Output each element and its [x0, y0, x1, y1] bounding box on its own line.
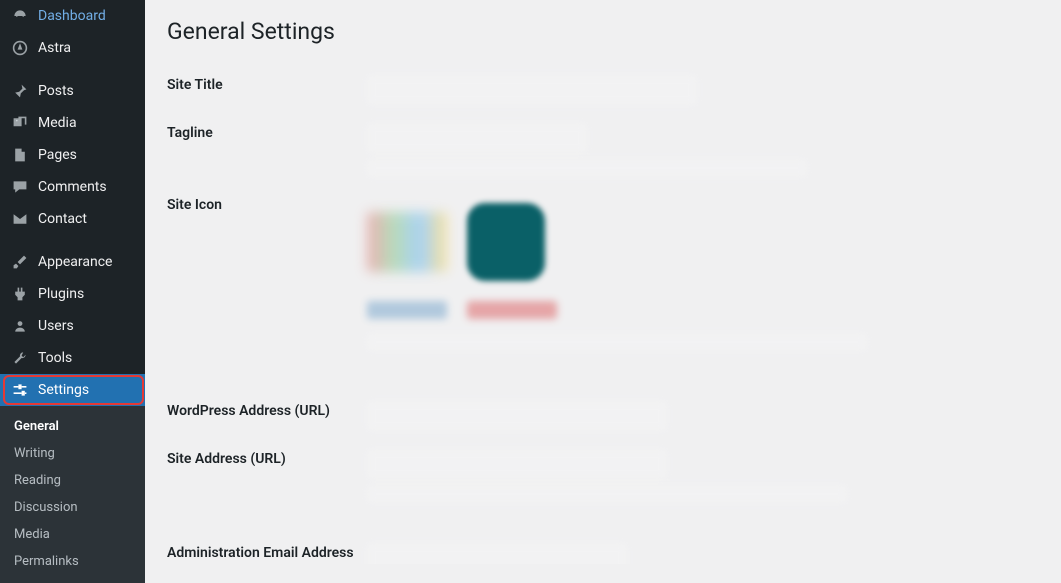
- tagline-input[interactable]: [367, 123, 587, 153]
- submenu-item-media[interactable]: Media: [0, 521, 145, 548]
- tools-icon: [10, 350, 30, 366]
- sidebar-label: Comments: [38, 179, 107, 195]
- sidebar-label: Tools: [38, 350, 72, 366]
- sidebar-label: Contact: [38, 211, 87, 227]
- label-site-address: Site Address (URL): [167, 449, 367, 467]
- remove-image-link[interactable]: [467, 301, 557, 319]
- sidebar-label: Plugins: [38, 286, 84, 302]
- active-arrow-icon: [145, 382, 153, 398]
- astra-icon: [10, 40, 30, 56]
- admin-sidebar: Dashboard Astra Posts Media Pages Commen…: [0, 0, 145, 564]
- row-site-icon: Site Icon: [167, 195, 1041, 351]
- wp-address-input[interactable]: [367, 401, 667, 431]
- page-icon: [10, 147, 30, 163]
- label-wp-address: WordPress Address (URL): [167, 401, 367, 419]
- sidebar-label: Dashboard: [38, 8, 106, 24]
- submenu-item-discussion[interactable]: Discussion: [0, 494, 145, 521]
- dashboard-icon: [10, 8, 30, 24]
- sidebar-label: Astra: [38, 40, 71, 56]
- submenu-item-general[interactable]: General: [0, 413, 145, 440]
- tagline-description: [367, 159, 807, 177]
- sidebar-label: Posts: [38, 83, 74, 99]
- sidebar-item-astra[interactable]: Astra: [0, 32, 145, 64]
- row-admin-email: Administration Email Address: [167, 543, 1041, 564]
- sidebar-label: Pages: [38, 147, 77, 163]
- sidebar-label: Media: [38, 115, 77, 131]
- sidebar-item-users[interactable]: Users: [0, 310, 145, 342]
- site-icon-description: [367, 333, 867, 351]
- site-title-input[interactable]: [367, 75, 697, 105]
- sidebar-item-media[interactable]: Media: [0, 107, 145, 139]
- sidebar-item-pages[interactable]: Pages: [0, 139, 145, 171]
- sidebar-label: Appearance: [38, 254, 112, 270]
- row-site-title: Site Title: [167, 75, 1041, 105]
- submenu-item-permalinks[interactable]: Permalinks: [0, 548, 145, 575]
- choose-image-link[interactable]: [367, 301, 447, 319]
- sidebar-item-settings[interactable]: Settings: [0, 374, 145, 406]
- media-icon: [10, 115, 30, 131]
- sidebar-item-appearance[interactable]: Appearance: [0, 246, 145, 278]
- settings-submenu: General Writing Reading Discussion Media…: [0, 406, 145, 583]
- sidebar-item-contact[interactable]: Contact: [0, 203, 145, 235]
- plugin-icon: [10, 286, 30, 302]
- label-site-icon: Site Icon: [167, 195, 367, 213]
- site-icon-browser-preview: [367, 212, 447, 272]
- row-wp-address: WordPress Address (URL): [167, 401, 1041, 431]
- main-content: General Settings Site Title Tagline Site…: [145, 0, 1061, 564]
- site-icon-app-preview: [467, 203, 545, 281]
- comment-icon: [10, 179, 30, 195]
- mail-icon: [10, 211, 30, 227]
- site-address-description: [367, 485, 847, 503]
- pin-icon: [10, 83, 30, 99]
- submenu-item-writing[interactable]: Writing: [0, 440, 145, 467]
- row-site-address: Site Address (URL): [167, 449, 1041, 503]
- page-title: General Settings: [167, 18, 1041, 45]
- sidebar-item-posts[interactable]: Posts: [0, 75, 145, 107]
- users-icon: [10, 318, 30, 334]
- label-admin-email: Administration Email Address: [167, 543, 367, 561]
- brush-icon: [10, 254, 30, 270]
- sidebar-label: Users: [38, 318, 74, 334]
- sidebar-item-tools[interactable]: Tools: [0, 342, 145, 374]
- settings-icon: [10, 382, 30, 398]
- sidebar-item-plugins[interactable]: Plugins: [0, 278, 145, 310]
- sidebar-label: Settings: [38, 382, 89, 398]
- submenu-item-reading[interactable]: Reading: [0, 467, 145, 494]
- row-tagline: Tagline: [167, 123, 1041, 177]
- site-address-input[interactable]: [367, 449, 667, 479]
- label-tagline: Tagline: [167, 123, 367, 141]
- label-site-title: Site Title: [167, 75, 367, 93]
- admin-email-input[interactable]: [367, 543, 627, 564]
- sidebar-item-dashboard[interactable]: Dashboard: [0, 0, 145, 32]
- sidebar-item-comments[interactable]: Comments: [0, 171, 145, 203]
